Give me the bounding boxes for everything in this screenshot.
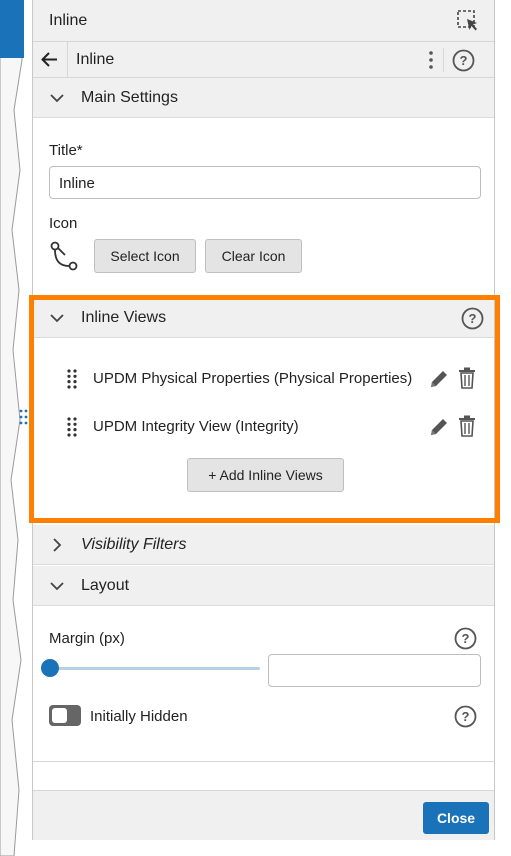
svg-text:?: ? [460, 53, 468, 68]
back-button[interactable] [33, 42, 68, 77]
icon-label: Icon [49, 215, 78, 232]
help-icon[interactable]: ? [452, 49, 475, 72]
section-title: Main Settings [81, 89, 178, 106]
select-element-icon[interactable] [456, 9, 480, 38]
initially-hidden-label: Initially Hidden [90, 708, 188, 725]
subheader-title: Inline [76, 51, 115, 68]
title-input[interactable]: Inline [49, 166, 481, 199]
more-options-icon[interactable] [421, 49, 441, 71]
highlight-box [29, 295, 500, 523]
divider [443, 48, 444, 72]
svg-text:?: ? [462, 709, 470, 724]
clear-icon-button[interactable]: Clear Icon [205, 239, 302, 273]
torn-edge [0, 0, 23, 856]
section-layout[interactable]: Layout [33, 566, 494, 606]
margin-input[interactable] [268, 654, 481, 687]
arrow-left-icon [41, 52, 57, 67]
select-icon-button[interactable]: Select Icon [94, 239, 196, 273]
chevron-down-icon [50, 582, 64, 591]
section-title: Layout [81, 577, 130, 594]
panel-footer: Close [33, 790, 494, 840]
panel-title: Inline [49, 12, 88, 29]
route-icon [50, 241, 78, 271]
subheader: Inline ? [33, 42, 494, 78]
splitter-handle-icon[interactable] [19, 408, 29, 428]
chevron-right-icon [53, 538, 62, 552]
title-label: Title* [49, 142, 83, 159]
divider [33, 761, 494, 762]
section-visibility-filters[interactable]: Visibility Filters [33, 525, 494, 565]
margin-label: Margin (px) [49, 630, 125, 647]
side-tab[interactable] [0, 0, 24, 58]
close-button[interactable]: Close [423, 802, 489, 834]
margin-slider-handle[interactable] [41, 659, 59, 677]
chevron-down-icon [50, 94, 64, 103]
svg-text:?: ? [462, 631, 470, 646]
help-icon[interactable]: ? [454, 705, 477, 728]
initially-hidden-toggle[interactable] [49, 705, 81, 726]
section-title: Visibility Filters [81, 536, 187, 553]
panel-header: Inline [33, 0, 494, 42]
section-main-settings[interactable]: Main Settings [33, 78, 494, 118]
margin-slider-track[interactable] [49, 667, 260, 670]
help-icon[interactable]: ? [454, 627, 477, 650]
